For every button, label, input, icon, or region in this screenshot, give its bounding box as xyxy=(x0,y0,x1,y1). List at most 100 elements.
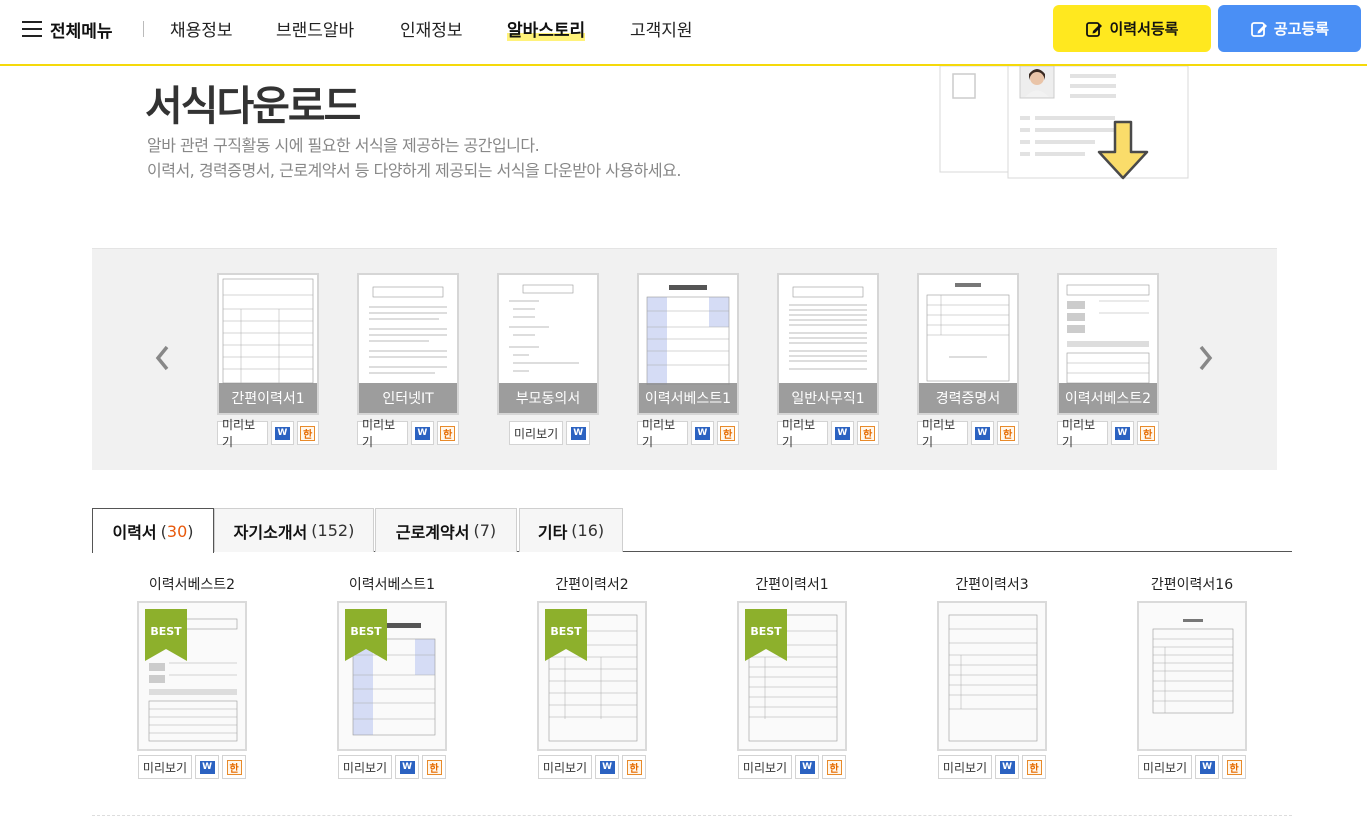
hwp-download-button[interactable]: 한 xyxy=(1222,755,1247,779)
word-download-button[interactable]: W xyxy=(795,755,820,779)
nav-item-albastory[interactable]: 알바스토리 xyxy=(507,16,586,41)
form-label: 경력증명서 xyxy=(919,383,1017,413)
resume-register-label: 이력서등록 xyxy=(1109,20,1179,38)
word-icon: W xyxy=(599,760,615,774)
all-menu-label: 전체메뉴 xyxy=(50,21,113,42)
word-download-button[interactable]: W xyxy=(566,421,591,445)
svg-text:BEST: BEST xyxy=(350,625,382,638)
word-icon: W xyxy=(1114,426,1130,440)
hwp-download-button[interactable]: 한 xyxy=(1136,421,1159,445)
form-thumbnail[interactable]: 인터넷IT xyxy=(357,273,459,415)
carousel-item: 일반사무직1 미리보기 W 한 xyxy=(777,273,879,449)
tab-labor-contract[interactable]: 근로계약서 (7) xyxy=(375,508,517,552)
nav-item-albastory-label: 알바스토리 xyxy=(507,21,586,41)
preview-button[interactable]: 미리보기 xyxy=(337,755,393,779)
word-download-button[interactable]: W xyxy=(691,421,714,445)
form-thumbnail[interactable]: 경력증명서 xyxy=(917,273,1019,415)
form-thumbnail[interactable]: 부모동의서 xyxy=(497,273,599,415)
tab-resume-label: 이력서 xyxy=(112,523,157,542)
preview-button[interactable]: 미리보기 xyxy=(537,755,593,779)
word-download-button[interactable]: W xyxy=(971,421,994,445)
preview-button[interactable]: 미리보기 xyxy=(217,418,269,449)
word-download-button[interactable]: W xyxy=(595,755,620,779)
preview-button[interactable]: 미리보기 xyxy=(777,418,829,449)
hwp-download-button[interactable]: 한 xyxy=(1022,755,1047,779)
all-menu-button[interactable]: 전체메뉴 xyxy=(22,16,113,42)
hwp-download-button[interactable]: 한 xyxy=(856,421,879,445)
word-download-button[interactable]: W xyxy=(271,421,294,445)
word-download-button[interactable]: W xyxy=(411,421,434,445)
word-download-button[interactable]: W xyxy=(831,421,854,445)
tab-etc[interactable]: 기타 (16) xyxy=(519,508,623,552)
nav-item-brand[interactable]: 브랜드알바 xyxy=(276,16,354,41)
carousel-item: 부모동의서 미리보기 W xyxy=(497,273,599,445)
preview-button[interactable]: 미리보기 xyxy=(509,421,564,445)
nav-item-jobs[interactable]: 채용정보 xyxy=(170,16,233,41)
tab-etc-label: 기타 xyxy=(537,522,568,542)
preview-button[interactable]: 미리보기 xyxy=(937,755,993,779)
preview-button[interactable]: 미리보기 xyxy=(737,755,793,779)
best-badge-icon: BEST xyxy=(545,609,587,661)
document-thumbnail[interactable]: BEST xyxy=(737,601,847,751)
job-post-register-button[interactable]: 공고등록 xyxy=(1218,5,1361,52)
edit-icon xyxy=(1086,21,1103,37)
word-icon: W xyxy=(414,426,430,440)
document-thumbnail[interactable]: BEST xyxy=(337,601,447,751)
preview-button[interactable]: 미리보기 xyxy=(357,418,409,449)
document-card: 간편이력서3 미리보기 W 한 xyxy=(892,574,1092,779)
hwp-icon: 한 xyxy=(1026,759,1042,775)
hwp-icon: 한 xyxy=(1226,759,1242,775)
document-thumbnail[interactable] xyxy=(937,601,1047,751)
resume-register-button[interactable]: 이력서등록 xyxy=(1053,5,1211,52)
preview-button[interactable]: 미리보기 xyxy=(637,418,689,449)
hwp-download-button[interactable]: 한 xyxy=(716,421,739,445)
svg-text:BEST: BEST xyxy=(750,625,782,638)
form-thumbnail[interactable]: 이력서베스트2 xyxy=(1057,273,1159,415)
hwp-icon: 한 xyxy=(826,759,842,775)
nav-item-talent[interactable]: 인재정보 xyxy=(400,16,463,41)
word-download-button[interactable]: W xyxy=(995,755,1020,779)
tab-etc-count: (16) xyxy=(571,521,605,540)
preview-button[interactable]: 미리보기 xyxy=(917,418,969,449)
nav-divider xyxy=(143,21,144,37)
nav-item-support[interactable]: 고객지원 xyxy=(630,16,693,41)
preview-button[interactable]: 미리보기 xyxy=(1057,418,1109,449)
carousel-next-button[interactable] xyxy=(1194,341,1218,375)
edit-icon xyxy=(1250,21,1267,37)
tab-cover-letter[interactable]: 자기소개서 (152) xyxy=(214,508,374,552)
hwp-icon: 한 xyxy=(720,425,736,441)
resume-form-preview xyxy=(646,285,730,387)
word-download-button[interactable]: W xyxy=(1195,755,1220,779)
carousel-item: 간편이력서1 미리보기 W 한 xyxy=(217,273,319,449)
hwp-download-button[interactable]: 한 xyxy=(222,755,247,779)
form-thumbnail[interactable]: 간편이력서1 xyxy=(217,273,319,415)
word-download-button[interactable]: W xyxy=(195,755,220,779)
hwp-download-button[interactable]: 한 xyxy=(296,421,319,445)
document-title: 간편이력서16 xyxy=(1150,577,1234,593)
document-thumbnail[interactable] xyxy=(1137,601,1247,751)
top-navigation-bar: 전체메뉴 채용정보 브랜드알바 인재정보 알바스토리 고객지원 이력서등록 공고… xyxy=(0,0,1367,66)
form-thumbnail[interactable]: 일반사무직1 xyxy=(777,273,879,415)
document-title: 간편이력서1 xyxy=(755,577,829,593)
form-label: 이력서베스트2 xyxy=(1059,383,1157,413)
best-badge-icon: BEST xyxy=(745,609,787,661)
form-label: 간편이력서1 xyxy=(219,383,317,413)
word-download-button[interactable]: W xyxy=(1111,421,1134,445)
best-badge-icon: BEST xyxy=(145,609,187,661)
preview-button[interactable]: 미리보기 xyxy=(1137,755,1193,779)
form-thumbnail[interactable]: 이력서베스트1 xyxy=(637,273,739,415)
hwp-icon: 한 xyxy=(226,759,242,775)
document-thumbnail[interactable]: BEST xyxy=(537,601,647,751)
hwp-download-button[interactable]: 한 xyxy=(622,755,647,779)
carousel-prev-button[interactable] xyxy=(150,341,174,375)
hwp-download-button[interactable]: 한 xyxy=(422,755,447,779)
tab-labor-contract-label: 근로계약서 xyxy=(395,522,470,542)
preview-button[interactable]: 미리보기 xyxy=(137,755,193,779)
word-download-button[interactable]: W xyxy=(395,755,420,779)
tab-resume[interactable]: 이력서 (30) xyxy=(92,508,214,553)
hwp-download-button[interactable]: 한 xyxy=(436,421,459,445)
hwp-download-button[interactable]: 한 xyxy=(822,755,847,779)
document-thumbnail[interactable]: BEST xyxy=(137,601,247,751)
hwp-download-button[interactable]: 한 xyxy=(996,421,1019,445)
tab-resume-count: (30) xyxy=(160,521,194,541)
